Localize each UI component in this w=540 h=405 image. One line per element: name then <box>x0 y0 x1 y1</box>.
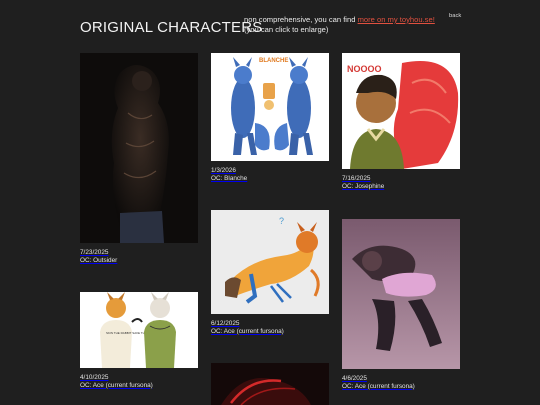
toyhouse-link[interactable]: more on my toyhou.se! <box>358 15 435 24</box>
gallery-item-ace-1[interactable]: ? 6/12/2025 OC: Ace (current fursona) <box>211 210 329 335</box>
artwork-josephine-image[interactable]: NOOOO <box>342 53 460 169</box>
caption-oc: OC: Blanche <box>211 174 248 182</box>
josephine-art-title: NOOOO <box>347 64 382 74</box>
caption-outsider: 7/23/2025 OC: Outsider <box>80 249 198 264</box>
caption-josephine: 7/16/2025 OC: Josephine <box>342 175 460 190</box>
artwork-ace-1-image[interactable]: ? <box>211 210 329 314</box>
gallery-item-ace-2[interactable]: 4/6/2025 OC: Ace (current fursona) <box>342 219 460 390</box>
caption-date: 6/12/2025 <box>211 320 240 327</box>
caption-ace-1: 6/12/2025 OC: Ace (current fursona) <box>211 320 329 335</box>
back-link[interactable]: back <box>449 13 461 19</box>
shirt-text-1: SKIN THE RABBIT SAVE THE ... <box>106 331 150 335</box>
intro-line-2: (you can click to enlarge) <box>244 25 329 34</box>
gallery-item-blanche[interactable]: BLANCHE 1/3/2026 OC: Blanche <box>211 53 329 182</box>
intro-text: non comprehensive, you can find more on … <box>244 15 444 35</box>
gallery-item-ace-3[interactable]: SKIN THE RABBIT SAVE THE ... 4/10/2025 O… <box>80 292 198 389</box>
caption-ace-3: 4/10/2025 OC: Ace (current fursona) <box>80 374 198 389</box>
caption-date: 1/3/2026 <box>211 167 236 174</box>
caption-date: 7/23/2025 <box>80 249 109 256</box>
caption-date: 7/16/2025 <box>342 175 371 182</box>
artwork-7-image[interactable] <box>211 363 329 405</box>
svg-text:?: ? <box>279 216 284 226</box>
caption-oc: OC: Ace (current fursona) <box>80 381 153 389</box>
caption-ace-2: 4/6/2025 OC: Ace (current fursona) <box>342 375 460 390</box>
artwork-outsider-image[interactable] <box>80 53 198 243</box>
caption-blanche: 1/3/2026 OC: Blanche <box>211 167 329 182</box>
caption-date: 4/6/2025 <box>342 375 367 382</box>
gallery-item-7[interactable] <box>211 363 329 405</box>
caption-date: 4/10/2025 <box>80 374 109 381</box>
intro-line-1: non comprehensive, you can find <box>244 15 356 24</box>
artwork-blanche-image[interactable]: BLANCHE <box>211 53 329 161</box>
gallery-item-outsider[interactable]: 7/23/2025 OC: Outsider <box>80 53 198 264</box>
page-title: ORIGINAL CHARACTERS <box>80 19 263 36</box>
caption-oc: OC: Outsider <box>80 256 118 264</box>
caption-oc: OC: Ace (current fursona) <box>211 327 284 335</box>
artwork-ace-3-image[interactable]: SKIN THE RABBIT SAVE THE ... <box>80 292 198 368</box>
caption-oc: OC: Josephine <box>342 182 385 190</box>
blanche-art-title: BLANCHE <box>259 58 288 64</box>
caption-oc: OC: Ace (current fursona) <box>342 382 415 390</box>
artwork-ace-2-image[interactable] <box>342 219 460 369</box>
gallery-item-josephine[interactable]: NOOOO 7/16/2025 OC: Josephine <box>342 53 460 190</box>
